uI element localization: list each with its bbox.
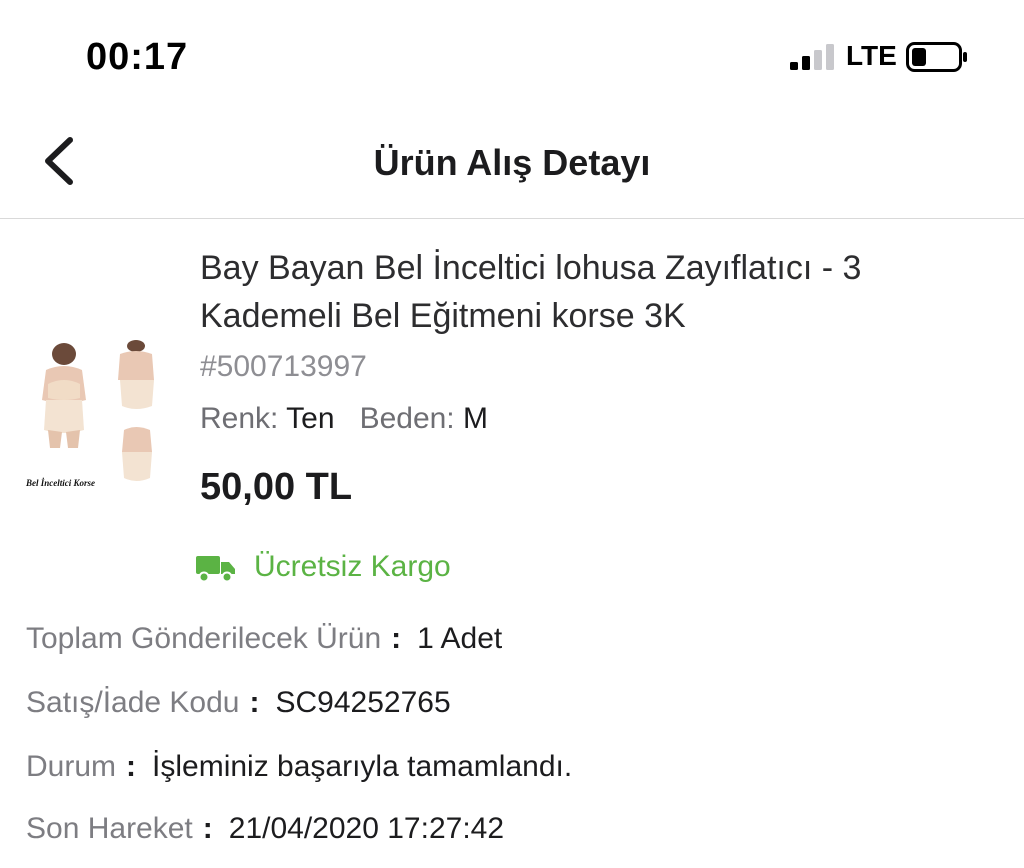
detail-label: Durum bbox=[26, 750, 117, 783]
product-id: #500713997 bbox=[200, 350, 367, 383]
detail-row-return-code: Satış/İade Kodu: SC94252765 bbox=[26, 686, 451, 720]
status-time: 00:17 bbox=[86, 36, 189, 78]
detail-separator: : bbox=[391, 622, 402, 655]
detail-row-last-activity: Son Hareket:21/04/2020 17:27:42 bbox=[26, 812, 504, 846]
signal-icon bbox=[790, 44, 834, 70]
navigation-bar: Ürün Alış Detayı bbox=[0, 120, 1024, 219]
detail-separator: : bbox=[202, 812, 213, 845]
color-value: Ten bbox=[286, 402, 335, 435]
detail-value: İşleminiz başarıyla tamamlandı. bbox=[152, 750, 573, 783]
product-image[interactable]: Bel İnceltici Korse bbox=[24, 340, 172, 492]
network-type: LTE bbox=[846, 40, 897, 71]
size-label: Beden: bbox=[359, 402, 455, 435]
size-value: M bbox=[463, 402, 488, 435]
page-title: Ürün Alış Detayı bbox=[373, 142, 651, 183]
status-bar: 00:17 LTE bbox=[0, 0, 1024, 110]
color-label: Renk: bbox=[200, 402, 279, 435]
svg-text:Bel İnceltici Korse: Bel İnceltici Korse bbox=[25, 478, 95, 488]
product-variants: Renk: Ten Beden: M bbox=[200, 402, 488, 436]
detail-row-status: Durum: İşleminiz başarıyla tamamlandı. bbox=[26, 750, 572, 784]
detail-separator: : bbox=[249, 686, 260, 719]
product-title[interactable]: Bay Bayan Bel İnceltici lohusa Zayıflatı… bbox=[200, 244, 1000, 340]
detail-separator: : bbox=[126, 750, 137, 783]
detail-label: Satış/İade Kodu bbox=[26, 686, 240, 719]
detail-row-total-items: Toplam Gönderilecek Ürün:1 Adet bbox=[26, 622, 502, 656]
product-thumbnail: Bel İnceltici Korse bbox=[25, 340, 154, 488]
detail-value: 21/04/2020 17:27:42 bbox=[228, 812, 505, 845]
truck-icon bbox=[196, 556, 235, 582]
detail-label: Son Hareket bbox=[26, 812, 193, 845]
detail-label: Toplam Gönderilecek Ürün bbox=[26, 622, 382, 655]
battery-icon bbox=[906, 42, 967, 72]
product-price: 50,00 TL bbox=[200, 466, 353, 508]
free-shipping-label: Ücretsiz Kargo bbox=[254, 550, 451, 583]
detail-value: 1 Adet bbox=[417, 622, 503, 655]
detail-value: SC94252765 bbox=[275, 686, 451, 719]
